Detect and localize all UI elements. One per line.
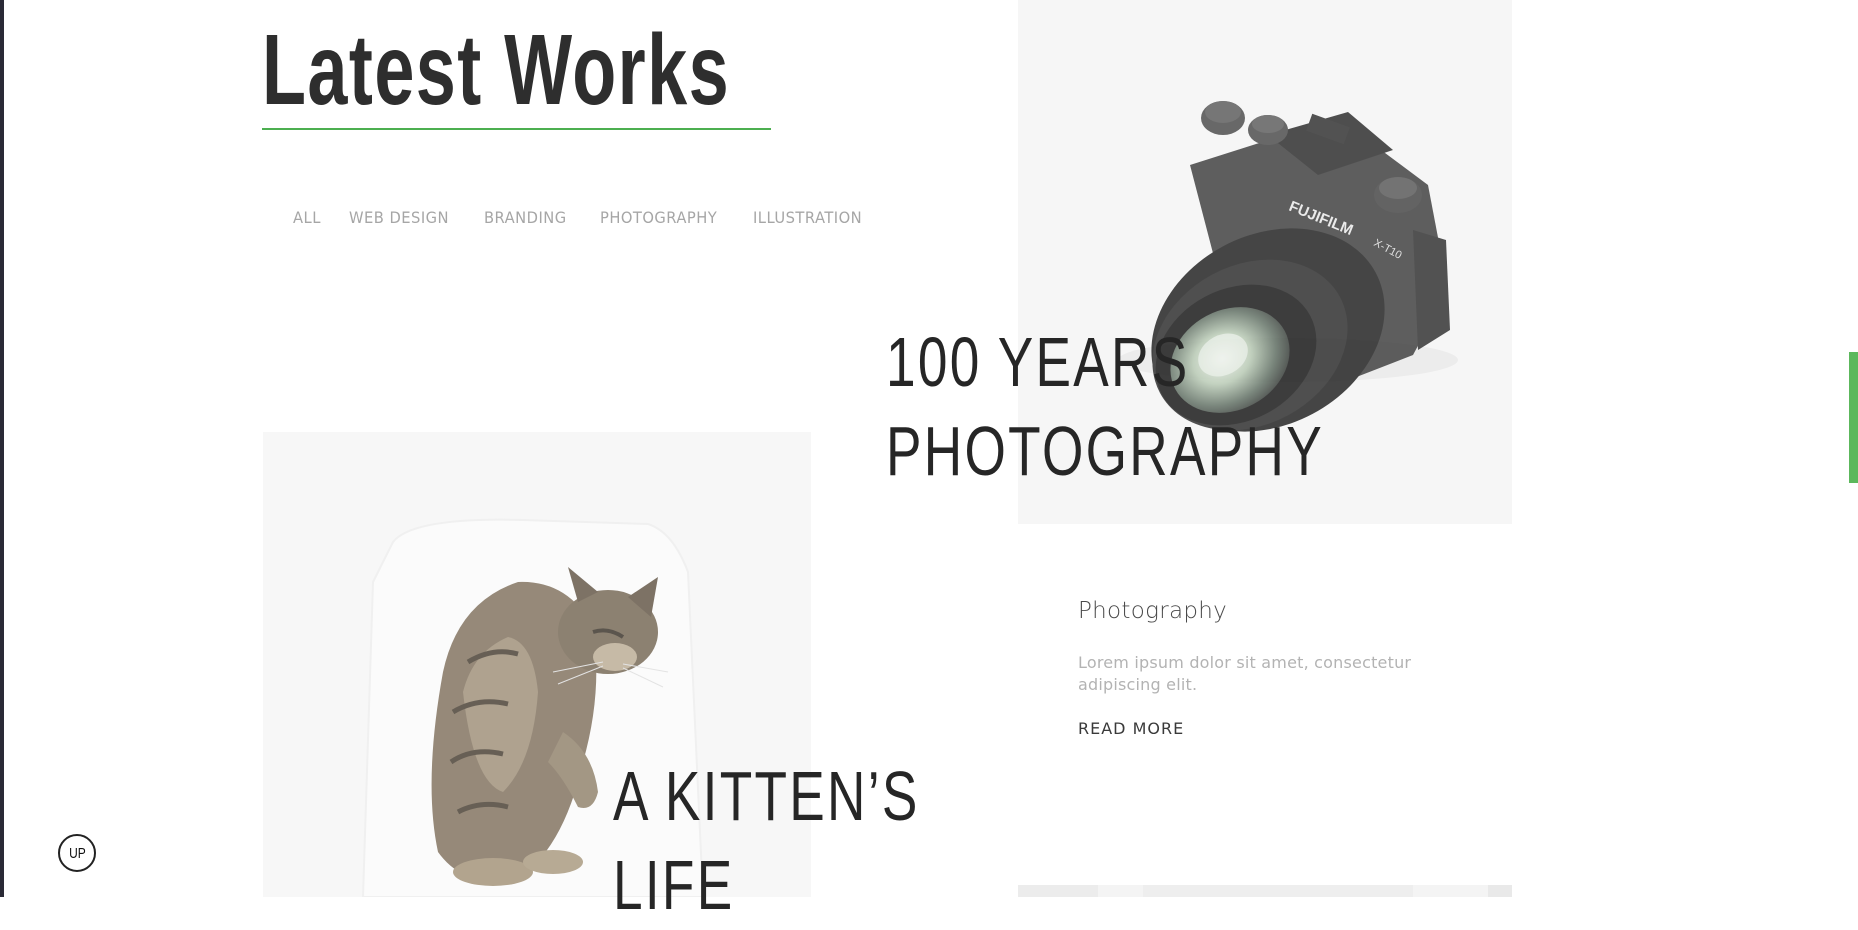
page-title: Latest Works: [262, 14, 731, 126]
work-title-line1: 100 YEARS: [886, 323, 1190, 401]
work-title-100-years[interactable]: 100 YEARS PHOTOGRAPHY: [886, 318, 1324, 496]
filter-web-design[interactable]: WEB DESIGN: [349, 208, 449, 227]
filter-illustration[interactable]: ILLUSTRATION: [753, 208, 862, 227]
next-work-photo[interactable]: [1018, 885, 1512, 897]
work-description: Lorem ipsum dolor sit amet, consectetur …: [1078, 653, 1412, 694]
filter-all[interactable]: ALL: [293, 208, 321, 227]
scroll-to-top-button[interactable]: UP: [58, 834, 96, 872]
read-more-link[interactable]: READ MORE: [1078, 719, 1184, 738]
scroll-to-top-label: UP: [68, 844, 86, 862]
work-title-line2: LIFE: [613, 846, 735, 924]
next-work-image: [1018, 885, 1512, 897]
filter-branding[interactable]: BRANDING: [484, 208, 567, 227]
portfolio-filter-nav: ALL WEB DESIGN BRANDING PHOTOGRAPHY ILLU…: [293, 208, 872, 227]
work-title-line1: A KITTEN’S: [613, 757, 920, 835]
work-category: Photography: [1078, 598, 1228, 624]
work-title-kittens-life[interactable]: A KITTEN’S LIFE: [613, 752, 920, 930]
filter-photography[interactable]: PHOTOGRAPHY: [600, 208, 717, 227]
title-underline: [262, 128, 771, 130]
side-accent-bar: [1849, 352, 1858, 483]
work-title-line2: PHOTOGRAPHY: [886, 412, 1324, 490]
left-edge-bar: [0, 0, 4, 897]
